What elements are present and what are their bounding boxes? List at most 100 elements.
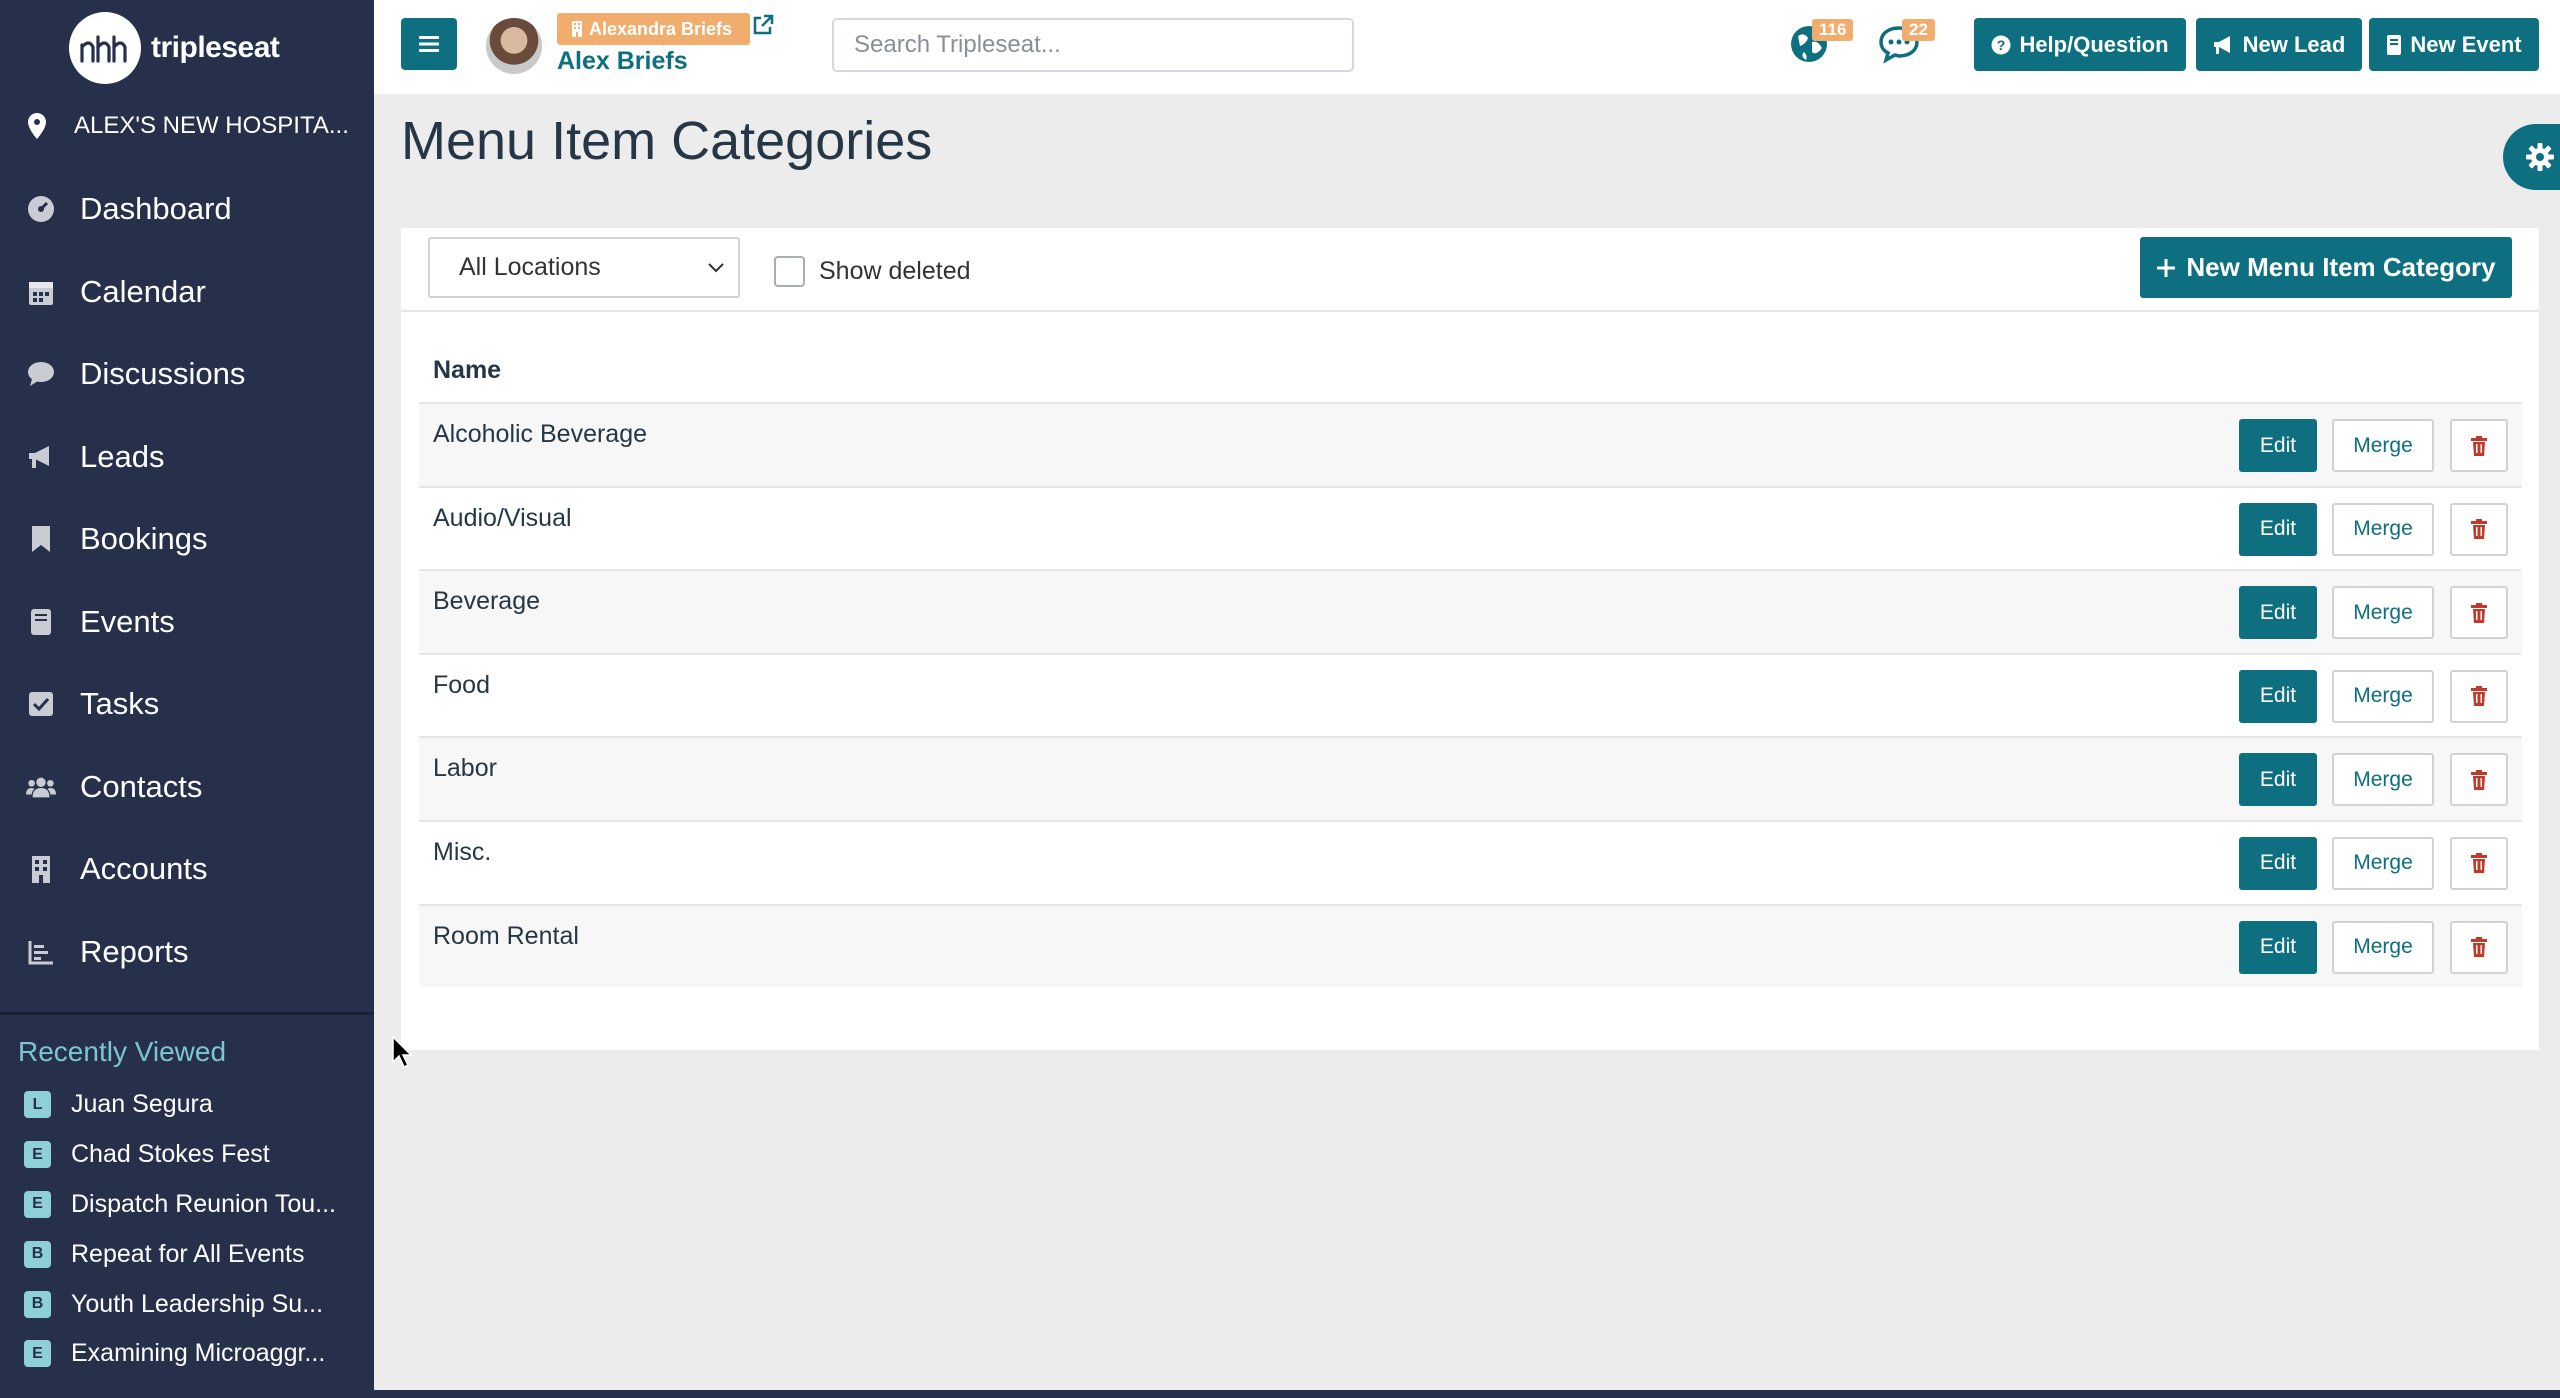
delete-button[interactable] [2450,920,2508,974]
map-pin-icon [28,113,46,139]
new-event-button[interactable]: New Event [2369,18,2539,71]
trash-icon [2471,853,2487,874]
recently-viewed-item[interactable]: L Juan Segura [24,1080,336,1130]
record-type-badge: E [24,1190,51,1218]
globe-notifications[interactable]: 116 [1788,19,1854,69]
avatar[interactable] [486,18,542,74]
recently-viewed-item[interactable]: E Examining Microaggr... [24,1329,336,1379]
merge-button[interactable]: Merge [2332,920,2434,974]
external-link-icon[interactable] [752,14,774,41]
location-switcher[interactable]: ALEX'S NEW HOSPITA... [28,112,349,140]
page-title: Menu Item Categories [401,111,933,171]
recently-viewed-list: L Juan Segura E Chad Stokes Fest E Dispatch… [24,1080,336,1379]
users-icon [26,772,56,802]
trash-icon [2471,686,2487,707]
nav-item-calendar[interactable]: Calendar [0,251,374,334]
new-menu-item-category-button[interactable]: New Menu Item Category [2140,237,2512,298]
delete-button[interactable] [2450,419,2508,472]
delete-button[interactable] [2450,502,2508,556]
record-type-badge: E [24,1340,51,1368]
nav-item-dashboard[interactable]: Dashboard [0,168,374,251]
nav-item-leads[interactable]: Leads [0,416,374,499]
panel-toolbar: All Locations Show deleted New Menu Item… [401,228,2539,312]
merge-button[interactable]: Merge [2332,502,2434,556]
location-filter-select[interactable]: All Locations [428,237,740,298]
chat-bubble-icon [26,359,56,389]
nav-item-bookings[interactable]: Bookings [0,498,374,581]
recently-viewed-item[interactable]: B Youth Leadership Su... [24,1279,336,1329]
nav-item-contacts[interactable]: Contacts [0,746,374,829]
recently-viewed-label: Examining Microaggr... [71,1339,326,1368]
nav-item-accounts[interactable]: Accounts [0,828,374,911]
user-name[interactable]: Alex Briefs [557,47,688,76]
location-filter-value: All Locations [459,253,601,281]
merge-button[interactable]: Merge [2332,836,2434,890]
tripleseat-logo-icon [69,12,141,84]
column-header-name[interactable]: Name [433,356,501,385]
delete-button[interactable] [2450,586,2508,640]
merge-button[interactable]: Merge [2332,586,2434,640]
recently-viewed-label: Juan Segura [71,1090,213,1119]
help-question-label: Help/Question [2019,31,2169,57]
nav-item-discussions[interactable]: Discussions [0,333,374,416]
chevron-down-icon [708,262,724,272]
category-name: Alcoholic Beverage [433,420,648,448]
recently-viewed-item[interactable]: E Dispatch Reunion Tou... [24,1180,336,1230]
edit-button[interactable]: Edit [2239,586,2317,640]
show-deleted-checkbox[interactable] [774,256,805,287]
record-type-badge: B [24,1290,51,1318]
merge-button[interactable]: Merge [2332,753,2434,807]
book-icon [2387,34,2402,55]
recently-viewed-label: Youth Leadership Su... [71,1289,324,1318]
notification-count: 116 [1812,19,1854,41]
message-notifications[interactable]: 22 [1878,19,1935,69]
delete-button[interactable] [2450,753,2508,807]
table-row: Audio/Visual Edit Merge [419,485,2522,570]
delete-button[interactable] [2450,836,2508,890]
record-type-badge: E [24,1141,51,1169]
settings-gear-button[interactable] [2503,124,2560,190]
trash-icon [2471,937,2487,958]
nav-item-events[interactable]: Events [0,581,374,664]
notification-count: 22 [1902,19,1935,41]
logo[interactable]: tripleseat [69,12,280,84]
checkbox-icon [26,689,56,719]
categories-table: Alcoholic Beverage Edit Merge Audio/Visual E… [419,402,2522,988]
edit-button[interactable]: Edit [2239,836,2317,890]
edit-button[interactable]: Edit [2239,502,2317,556]
plus-icon [2157,258,2176,277]
recently-viewed-item[interactable]: B Repeat for All Events [24,1229,336,1279]
nav-label: Events [80,603,175,639]
nav-item-reports[interactable]: Reports [0,911,374,994]
search-input[interactable] [832,18,1354,72]
recently-viewed-item[interactable]: E Chad Stokes Fest [24,1130,336,1180]
help-question-button[interactable]: ? Help/Question [1974,18,2186,71]
calendar-icon [26,277,56,307]
merge-button[interactable]: Merge [2332,669,2434,723]
edit-button[interactable]: Edit [2239,753,2317,807]
recently-viewed-label: Chad Stokes Fest [71,1140,270,1169]
category-name: Audio/Visual [433,503,572,532]
location-name: ALEX'S NEW HOSPITA... [74,112,349,139]
new-lead-button[interactable]: New Lead [2196,18,2362,71]
sidebar-divider [0,1012,374,1015]
edit-button[interactable]: Edit [2239,920,2317,974]
merge-button[interactable]: Merge [2332,419,2434,472]
nav-label: Discussions [80,356,246,392]
category-name: Beverage [433,587,541,616]
table-row: Misc. Edit Merge [419,819,2522,904]
bar-chart-icon [26,937,56,967]
category-name: Food [433,670,490,699]
nav-item-tasks[interactable]: Tasks [0,663,374,746]
trash-icon [2471,769,2487,790]
hamburger-icon [419,36,439,52]
bottom-strip [374,1390,2560,1398]
edit-button[interactable]: Edit [2239,419,2317,472]
nav-label: Dashboard [80,191,232,227]
edit-button[interactable]: Edit [2239,669,2317,723]
hamburger-menu-button[interactable] [401,18,457,70]
megaphone-icon [26,442,56,472]
nav-label: Calendar [80,273,206,309]
mouse-cursor-icon [392,1036,413,1069]
delete-button[interactable] [2450,669,2508,723]
